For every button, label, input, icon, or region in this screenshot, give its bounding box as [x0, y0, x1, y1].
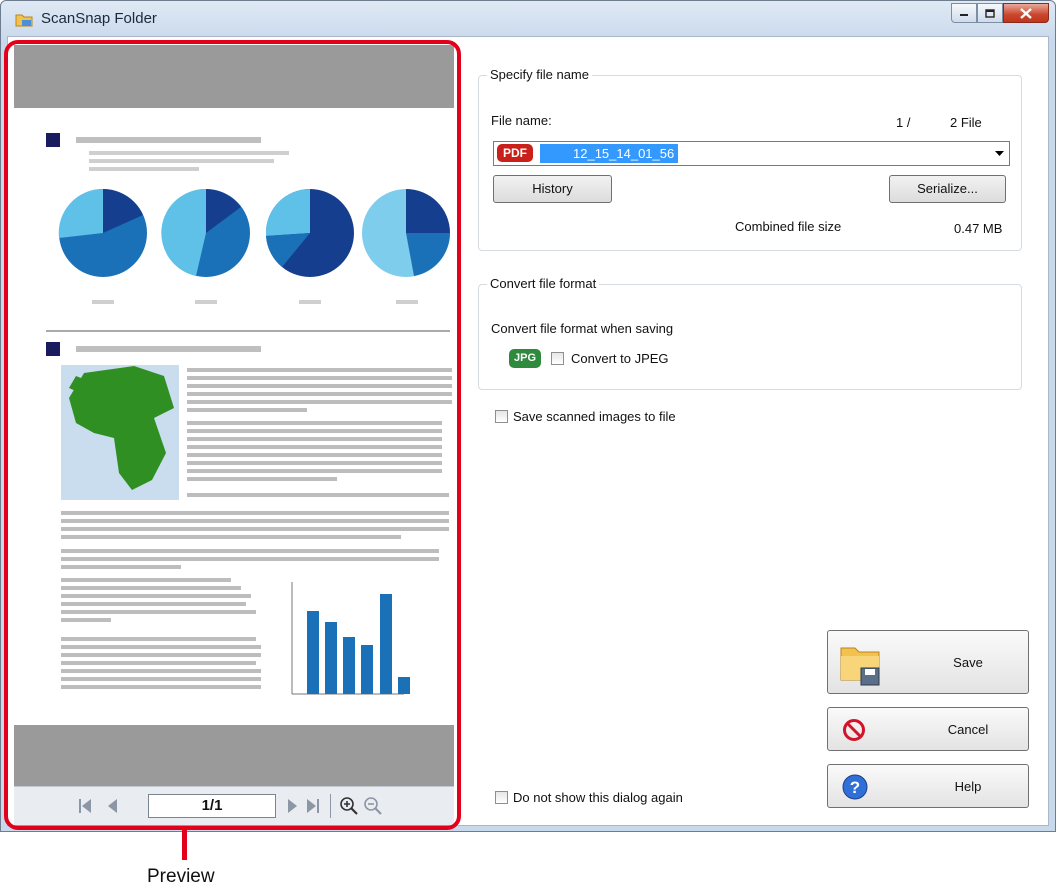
serialize-button[interactable]: Serialize...	[889, 175, 1006, 203]
title-bar[interactable]: ScanSnap Folder	[1, 1, 1055, 37]
help-button[interactable]: ? Help	[827, 764, 1029, 808]
convert-when-saving-label: Convert file format when saving	[491, 321, 674, 336]
specify-file-name-heading: Specify file name	[487, 67, 592, 82]
file-count: 2 File	[950, 115, 982, 130]
save-scanned-images-checkbox[interactable]	[495, 410, 508, 423]
pdf-file-icon: PDF	[497, 144, 533, 162]
chevron-down-icon[interactable]	[995, 151, 1004, 157]
help-button-label: Help	[954, 779, 982, 794]
previous-page-icon[interactable]	[105, 797, 119, 815]
file-name-input[interactable]: 12_15_14_01_56	[540, 144, 679, 163]
maximize-icon	[985, 8, 995, 18]
save-scanned-images-label[interactable]: Save scanned images to file	[513, 409, 676, 424]
history-button[interactable]: History	[493, 175, 612, 203]
zoom-in-icon[interactable]	[339, 796, 359, 816]
window-title: ScanSnap Folder	[41, 10, 157, 27]
close-button[interactable]	[1003, 3, 1049, 23]
close-icon	[1020, 7, 1032, 19]
minimize-icon	[960, 14, 968, 16]
document-preview-image	[46, 133, 452, 695]
callout-pointer-line	[182, 830, 187, 860]
save-folder-icon	[840, 647, 880, 686]
cancel-button-label: Cancel	[947, 722, 989, 737]
next-page-icon[interactable]	[286, 797, 300, 815]
save-button-label: Save	[953, 655, 983, 670]
preview-navigation-bar: 1/1	[14, 786, 454, 825]
combined-file-size-label: Combined file size	[735, 219, 842, 234]
convert-to-jpeg-checkbox[interactable]	[551, 352, 564, 365]
do-not-show-again-label[interactable]: Do not show this dialog again	[513, 790, 683, 805]
save-button[interactable]: Save	[827, 630, 1029, 694]
cancel-button[interactable]: Cancel	[827, 707, 1029, 751]
first-page-icon[interactable]	[77, 797, 93, 815]
do-not-show-again-checkbox[interactable]	[495, 791, 508, 804]
preview-page-thumbnail[interactable]	[14, 108, 454, 725]
convert-file-format-group: Convert file format	[478, 276, 1022, 390]
svg-text:?: ?	[850, 778, 860, 797]
minimize-button[interactable]	[951, 3, 977, 23]
zoom-out-icon[interactable]	[363, 796, 383, 816]
preview-callout-label: Preview	[147, 866, 215, 887]
scansnap-folder-icon	[15, 14, 33, 27]
jpg-file-icon: JPG	[509, 349, 541, 368]
maximize-button[interactable]	[977, 3, 1003, 23]
file-index: 1 /	[896, 115, 911, 130]
file-name-combobox[interactable]: PDF 12_15_14_01_56	[493, 141, 1010, 166]
help-icon: ?	[842, 774, 868, 800]
convert-file-format-heading: Convert file format	[487, 276, 600, 291]
combined-file-size-value: 0.47 MB	[954, 221, 1003, 236]
page-number-field[interactable]: 1/1	[148, 794, 276, 818]
cancel-icon	[843, 719, 865, 741]
toolbar-separator	[330, 794, 331, 818]
last-page-icon[interactable]	[305, 797, 321, 815]
file-name-label: File name:	[491, 113, 552, 128]
convert-to-jpeg-label[interactable]: Convert to JPEG	[571, 351, 669, 366]
